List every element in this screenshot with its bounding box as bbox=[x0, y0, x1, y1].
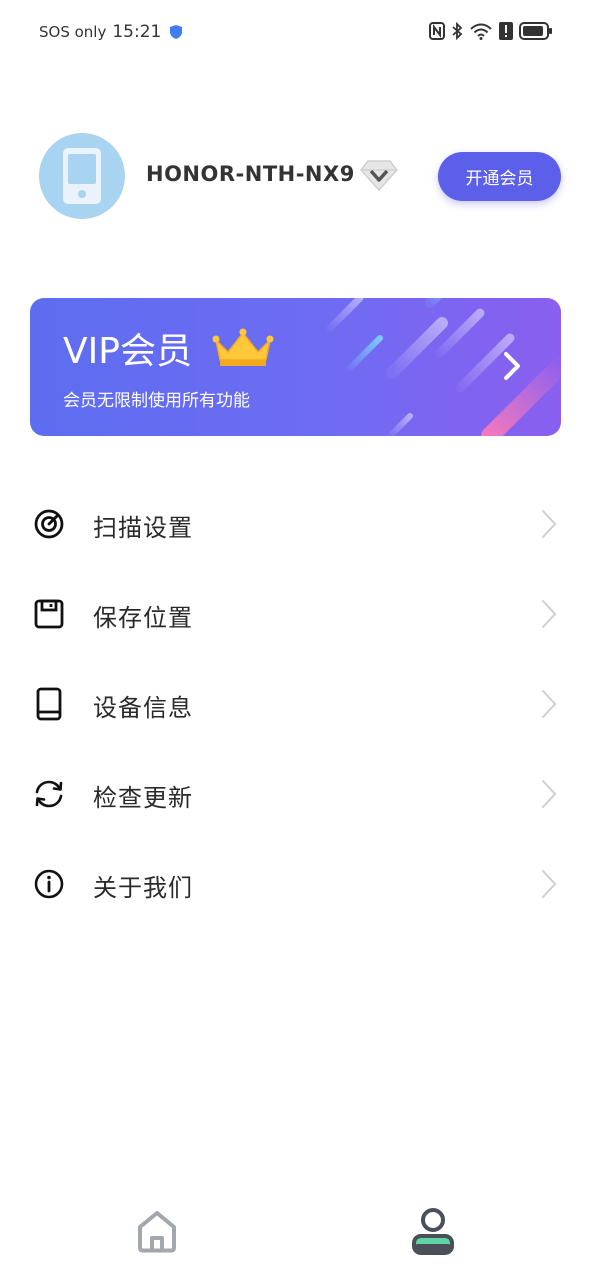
chevron-right-icon bbox=[504, 352, 520, 380]
alert-icon bbox=[499, 22, 513, 40]
menu-item-check-update[interactable]: 检查更新 bbox=[0, 747, 591, 837]
refresh-icon bbox=[35, 780, 63, 808]
open-vip-button[interactable]: 开通会员 bbox=[438, 152, 561, 201]
bottom-nav bbox=[0, 1190, 591, 1280]
bluetooth-icon bbox=[452, 22, 463, 40]
settings-menu: 扫描设置 保存位置 设备信息 检查更新 关于我们 bbox=[0, 477, 591, 927]
menu-label: 扫描设置 bbox=[93, 514, 193, 542]
menu-item-save-location[interactable]: 保存位置 bbox=[0, 567, 591, 657]
vip-banner[interactable]: VIP会员 会员无限制使用所有功能 bbox=[30, 298, 561, 436]
scan-icon bbox=[34, 509, 64, 539]
vip-title: VIP会员 bbox=[63, 331, 192, 372]
crown-icon bbox=[212, 328, 274, 366]
home-icon[interactable] bbox=[134, 1208, 180, 1254]
status-bar: SOS only 15:21 bbox=[0, 0, 591, 66]
status-left: SOS only 15:21 bbox=[39, 22, 183, 42]
vip-subtitle: 会员无限制使用所有功能 bbox=[63, 391, 250, 411]
vip-title-row: VIP会员 bbox=[63, 322, 274, 374]
clock: 15:21 bbox=[112, 22, 162, 42]
battery-icon bbox=[519, 22, 552, 40]
chevron-right-icon bbox=[542, 870, 557, 898]
menu-label: 保存位置 bbox=[93, 604, 193, 632]
carrier-text: SOS only bbox=[39, 23, 107, 41]
chevron-right-icon bbox=[542, 780, 557, 808]
avatar[interactable] bbox=[39, 133, 125, 219]
menu-item-scan-settings[interactable]: 扫描设置 bbox=[0, 477, 591, 567]
menu-item-device-info[interactable]: 设备信息 bbox=[0, 657, 591, 747]
menu-label: 关于我们 bbox=[93, 874, 193, 902]
phone-icon bbox=[63, 148, 101, 204]
diamond-icon bbox=[360, 160, 398, 192]
device-name: HONOR-NTH-NX9 bbox=[146, 162, 355, 186]
menu-label: 设备信息 bbox=[93, 694, 193, 722]
person-icon[interactable] bbox=[410, 1206, 456, 1256]
menu-label: 检查更新 bbox=[93, 784, 193, 812]
chevron-right-icon bbox=[542, 510, 557, 538]
nfc-icon bbox=[429, 22, 445, 40]
shield-icon bbox=[170, 25, 183, 39]
chevron-right-icon bbox=[542, 600, 557, 628]
save-icon bbox=[34, 599, 64, 629]
chevron-right-icon bbox=[542, 690, 557, 718]
device-icon bbox=[36, 687, 62, 721]
info-icon bbox=[34, 869, 64, 899]
wifi-icon bbox=[470, 23, 492, 40]
status-right bbox=[429, 22, 553, 40]
menu-item-about-us[interactable]: 关于我们 bbox=[0, 837, 591, 927]
